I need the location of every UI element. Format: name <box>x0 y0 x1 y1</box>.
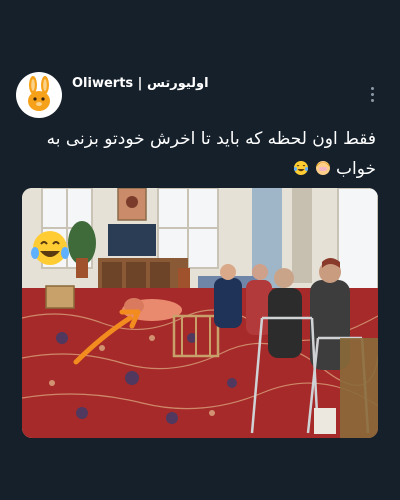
tweet-card: Oliwerts | اولیورتس فقط اون لحظه که باید… <box>0 0 400 500</box>
display-name[interactable]: Oliwerts | اولیورتس <box>72 76 209 91</box>
television <box>108 224 156 256</box>
bucket <box>314 408 336 434</box>
tweet-text: فقط اون لحظه که باید تا اخرش خودتو بزنی … <box>24 124 376 184</box>
avatar[interactable] <box>16 72 62 118</box>
tweet-photo[interactable] <box>22 188 378 438</box>
face-with-tears-of-joy-icon <box>294 161 309 175</box>
orange-bunny-icon <box>28 76 50 111</box>
more-options-icon[interactable] <box>364 84 380 104</box>
wicker-chair <box>45 285 75 309</box>
side-table <box>340 338 378 438</box>
woman-facepalming-icon <box>315 161 330 175</box>
